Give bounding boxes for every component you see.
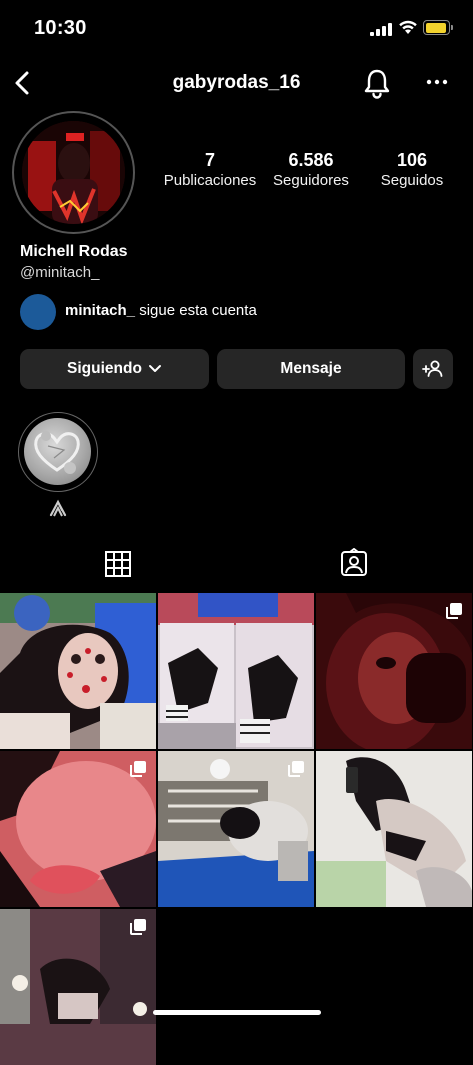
post-thumbnail[interactable] xyxy=(158,751,314,907)
following-count: 106 xyxy=(396,150,428,170)
profile-handle[interactable]: @minitach_ xyxy=(20,264,99,281)
multiple-photos-icon xyxy=(130,919,146,935)
post-thumbnail[interactable] xyxy=(0,751,156,907)
followed-by-note[interactable]: minitach_ sigue esta cuenta xyxy=(65,302,257,319)
suggested-users-button[interactable] xyxy=(413,349,453,389)
post-thumbnail[interactable] xyxy=(316,751,472,907)
post-image xyxy=(0,593,156,749)
stat-following[interactable]: 106 Seguidos xyxy=(362,149,462,191)
multiple-photos-icon xyxy=(130,761,146,777)
post-image xyxy=(158,593,314,749)
message-button[interactable]: Mensaje xyxy=(217,349,405,389)
post-thumbnail[interactable] xyxy=(158,593,314,749)
post-image xyxy=(316,751,472,907)
multiple-photos-icon xyxy=(288,761,304,777)
chevron-down-icon xyxy=(148,365,161,372)
following-button[interactable]: Siguiendo xyxy=(20,349,209,389)
followers-label: Seguidores xyxy=(273,172,349,189)
avatar-image xyxy=(22,121,125,224)
post-thumbnail[interactable] xyxy=(0,909,156,1065)
follower-avatar[interactable] xyxy=(20,294,56,330)
following-button-label: Siguiendo xyxy=(67,360,142,377)
message-button-label: Mensaje xyxy=(280,360,342,377)
posts-label: Publicaciones xyxy=(163,172,257,189)
profile-avatar[interactable] xyxy=(12,111,135,234)
tagged-tab-icon[interactable] xyxy=(339,548,369,578)
multiple-photos-icon xyxy=(446,603,462,619)
profile-username: gabyrodas_16 xyxy=(172,72,301,93)
battery-icon xyxy=(423,20,453,35)
followers-count: 6.586 xyxy=(288,150,334,170)
posts-count: 7 xyxy=(204,150,215,170)
home-indicator[interactable] xyxy=(153,1010,321,1015)
following-label: Seguidos xyxy=(380,172,444,189)
followed-by-text: sigue esta cuenta xyxy=(139,302,257,319)
story-highlight[interactable] xyxy=(18,412,98,492)
stat-followers[interactable]: 6.586 Seguidores xyxy=(261,149,361,191)
grid-tab-icon[interactable] xyxy=(104,550,132,578)
post-thumbnail[interactable] xyxy=(316,593,472,749)
bell-icon[interactable] xyxy=(362,67,392,99)
post-thumbnail[interactable] xyxy=(0,593,156,749)
profile-full-name: Michell Rodas xyxy=(20,243,128,260)
paperclip-icon xyxy=(49,499,67,517)
stat-posts[interactable]: 7 Publicaciones xyxy=(160,149,260,191)
add-person-icon xyxy=(422,360,443,377)
highlight-cover xyxy=(24,418,91,485)
more-options-icon[interactable] xyxy=(425,72,449,92)
cellular-signal-icon xyxy=(370,22,392,36)
status-time: 10:30 xyxy=(34,17,87,39)
followed-by-user[interactable]: minitach_ xyxy=(65,302,135,319)
wifi-icon xyxy=(399,20,417,34)
